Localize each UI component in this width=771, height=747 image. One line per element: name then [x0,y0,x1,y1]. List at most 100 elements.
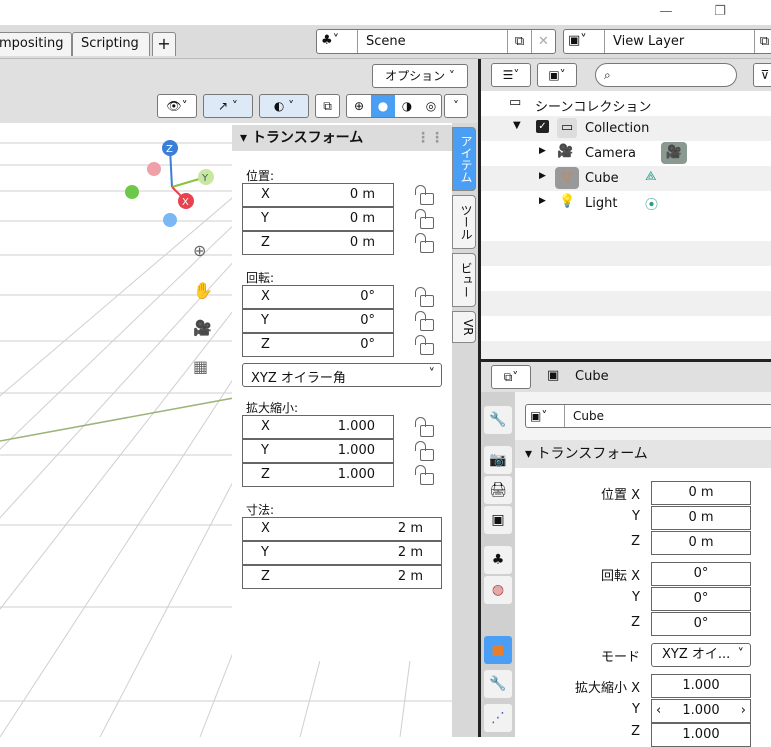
shading-modes[interactable]: ⊕ ● ◑ ◎ [346,94,442,118]
lock-icon[interactable] [415,465,434,485]
overlay-toggle[interactable]: ◐ ˅ [259,94,309,118]
tab-tool[interactable]: ツール [452,195,476,249]
tool-icon[interactable]: 🔧 [484,406,512,434]
rotation-mode-dropdown[interactable]: XYZ オイラー角 ˅ [242,363,442,387]
object-data-selector[interactable]: ▣˅ Cube [525,404,771,428]
lock-icon[interactable] [415,287,434,307]
gizmo-toggle[interactable]: ↗ ˅ [203,94,253,118]
expand-arrow-icon[interactable]: ▶ [539,196,546,206]
list-item[interactable]: ▶ 🎥 Camera 🎥 [481,141,771,166]
copy-scene-icon[interactable]: ⧉ [507,30,531,53]
scene-icon[interactable]: ♣ [484,546,512,574]
tab-vr[interactable]: VR [452,311,476,343]
lock-icon[interactable] [415,335,434,355]
view-layer-icon[interactable]: ▣ [484,506,512,534]
scene-selector[interactable]: ♣˅ Scene ⧉ ✕ [316,29,556,54]
prop-rotation-z[interactable]: 0° [651,612,751,636]
scale-z-field[interactable]: Z 1.000 [242,463,394,487]
outliner-search-input[interactable]: ⌕ [595,63,737,87]
lock-icon[interactable] [415,233,434,253]
camera-data-icon[interactable]: 🎥 [661,142,687,164]
rotation-y-field[interactable]: Y 0° [242,309,394,333]
rotation-z-field[interactable]: Z 0° [242,333,394,357]
shading-dropdown[interactable]: ˅ [444,94,468,118]
list-item[interactable]: ▶ 💡 Light ⦿ [481,191,771,216]
location-x-field[interactable]: X 0 m [242,183,394,207]
solid-shading-icon[interactable]: ● [371,95,395,117]
lock-icon[interactable] [415,311,434,331]
expand-arrow-icon[interactable]: ▶ [539,171,546,181]
prop-scale-x[interactable]: 1.000 [651,674,751,698]
prop-rotation-y[interactable]: 0° [651,587,751,611]
prop-location-x[interactable]: 0 m [651,481,751,505]
modifier-icon[interactable]: 🔧 [484,670,512,698]
rendered-icon[interactable]: ◎ [419,95,443,117]
dimensions-x-field[interactable]: X 2 m [242,517,442,541]
3d-viewport[interactable]: オプション ˅ 👁˅ ↗ ˅ ◐ ˅ ⧉ ⊕ ● ◑ ◎ ˅ Z Y X ⊕ ✋… [0,59,478,737]
collection-label: Collection [585,121,650,136]
prop-location-z[interactable]: 0 m [651,531,751,555]
wireframe-icon[interactable]: ⊕ [347,95,371,117]
prop-scale-z[interactable]: 1.000 [651,723,751,747]
props-transform-header[interactable]: ▾ トランスフォーム [515,440,771,468]
filter-icon[interactable]: ⊽ [753,63,771,87]
drag-handle-icon[interactable]: ⋮⋮ [416,125,444,151]
copy-view-layer-icon[interactable]: ⧉ [754,30,771,53]
scale-y-field[interactable]: Y 1.000 [242,439,394,463]
display-mode-dropdown[interactable]: ☰˅ [491,63,531,87]
checkbox-icon[interactable]: ✓ [536,120,549,133]
visibility-dropdown[interactable]: 👁˅ [157,94,197,118]
transform-sidebar: ▾ トランスフォーム ⋮⋮ 位置: X0 m Y0 m Z0 m 回転: X 0° … [232,123,452,661]
prop-rotation-mode[interactable]: XYZ オイ... ˅ [651,643,751,667]
tab-scripting[interactable]: Scripting [72,32,150,56]
add-workspace-button[interactable]: + [152,32,176,56]
dimensions-y-field[interactable]: Y 2 m [242,541,442,565]
expand-arrow-icon[interactable]: ▼ [513,120,521,131]
props-transform-title: トランスフォーム [536,446,648,462]
scale-x-field[interactable]: X 1.000 [242,415,394,439]
light-data-icon[interactable]: ⦿ [645,194,658,213]
options-dropdown[interactable]: オプション ˅ [372,64,468,88]
list-item[interactable]: ▭ シーンコレクション [481,91,771,116]
editor-type-dropdown[interactable]: ⧉˅ [491,365,531,389]
particles-icon[interactable]: ⋰ [484,704,512,732]
perspective-grid-icon[interactable]: ▦ [193,357,208,376]
prop-location-y[interactable]: 0 m [651,506,751,530]
decrement-icon[interactable]: ‹ [656,700,661,722]
list-item[interactable]: ▼ ✓ ▭ Collection [481,116,771,141]
axis-label: Y [632,702,640,717]
zoom-icon[interactable]: ⊕ [193,241,206,260]
rotation-x-field[interactable]: X 0° [242,285,394,309]
tab-view[interactable]: ビュー [452,253,476,307]
xray-toggle[interactable]: ⧉ [315,94,340,118]
filter-view-dropdown[interactable]: ▣˅ [537,63,577,87]
location-z-field[interactable]: Z 0 m [242,231,394,255]
transform-panel-header[interactable]: ▾ トランスフォーム ⋮⋮ [232,125,452,151]
minimize-icon[interactable]: — [656,3,676,21]
lock-icon[interactable] [415,209,434,229]
tab-item[interactable]: アイテム [452,127,476,191]
axis-gizmo[interactable]: Z Y X [120,139,220,239]
lock-icon[interactable] [415,441,434,461]
prop-rotation-x[interactable]: 0° [651,562,751,586]
lock-icon[interactable] [415,185,434,205]
expand-arrow-icon[interactable]: ▶ [539,146,546,156]
view-layer-selector[interactable]: ▣˅ View Layer ⧉ [563,29,771,54]
output-icon[interactable]: 🖨 [484,476,512,504]
delete-scene-icon[interactable]: ✕ [531,30,555,53]
tab-compositing[interactable]: mpositing [0,32,72,56]
prop-scale-y[interactable]: ‹ 1.000 › [651,699,751,723]
list-item[interactable]: ▶ ▽ Cube ⟁ [481,166,771,191]
location-y-field[interactable]: Y 0 m [242,207,394,231]
camera-view-icon[interactable]: 🎥 [193,319,212,337]
render-icon[interactable]: 📷 [484,446,512,474]
mesh-data-icon[interactable]: ⟁ [645,169,657,184]
material-preview-icon[interactable]: ◑ [395,95,419,117]
world-icon[interactable]: ◍ [484,576,512,604]
hand-pan-icon[interactable]: ✋ [193,281,213,300]
maximize-icon[interactable]: ❐ [710,3,730,21]
lock-icon[interactable] [415,417,434,437]
dimensions-z-field[interactable]: Z 2 m [242,565,442,589]
object-properties-icon[interactable]: ■ [484,636,512,664]
increment-icon[interactable]: › [741,700,746,722]
